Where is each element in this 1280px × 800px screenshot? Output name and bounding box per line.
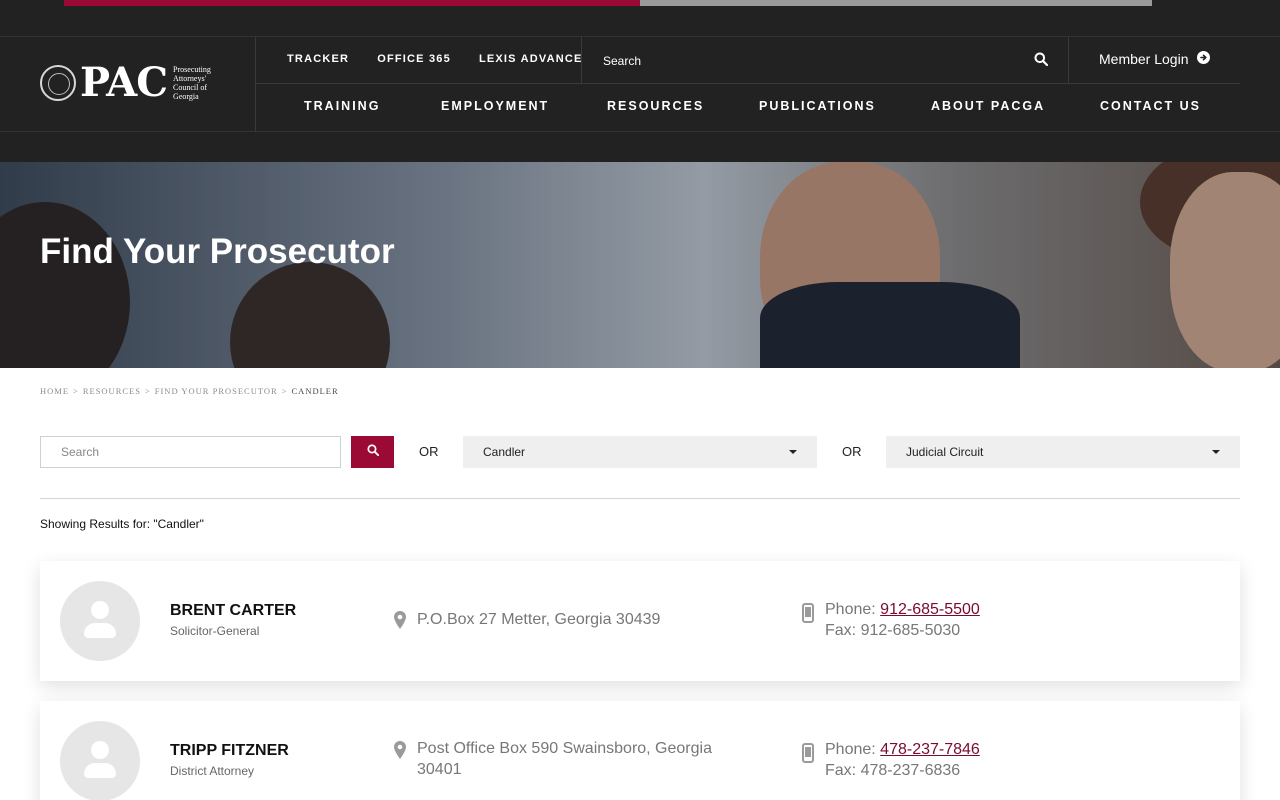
phone-link[interactable]: 912-685-5500 [880,601,980,618]
map-pin-icon [394,611,406,634]
search-icon[interactable] [1034,52,1049,71]
phone-label: Phone: [825,601,876,618]
top-progress-bar [64,0,1152,6]
nav-about-pacga[interactable]: ABOUT PACGA [931,99,1100,113]
phone-label: Phone: [825,741,876,758]
member-login-label: Member Login [1099,51,1189,67]
map-pin-icon [394,741,406,764]
prosecutor-search-input[interactable]: Search [40,436,341,468]
circuit-select-value: Judicial Circuit [906,445,984,459]
member-login-link[interactable]: Member Login [1099,51,1210,67]
site-header: PAC Prosecuting Attorneys' Council of Ge… [0,0,1280,162]
county-select[interactable]: Candler [463,436,817,468]
prosecutor-role: Solicitor-General [170,624,260,638]
prosecutor-card: BRENT CARTER Solicitor-General P.O.Box 2… [40,561,1240,681]
chevron-down-icon [789,450,797,454]
main-nav: TRAINING EMPLOYMENT RESOURCES PUBLICATIO… [304,99,1201,113]
circuit-select[interactable]: Judicial Circuit [886,436,1240,468]
avatar-icon [60,581,140,661]
utility-links: TRACKER OFFICE 365 LEXIS ADVANCE [287,53,583,65]
prosecutor-contact: Phone: 478-237-7846 Fax: 478-237-6836 [825,739,980,781]
util-link-office365[interactable]: OFFICE 365 [377,53,451,65]
top-progress-fill [64,0,640,6]
prosecutor-name: BRENT CARTER [170,602,297,619]
site-logo[interactable]: PAC Prosecuting Attorneys' Council of Ge… [40,63,229,103]
breadcrumb-resources[interactable]: RESOURCES [83,386,141,396]
breadcrumb-current: CANDLER [291,386,339,396]
header-search-input[interactable]: Search [603,54,641,68]
nav-training[interactable]: TRAINING [304,99,441,113]
breadcrumb-find-your-prosecutor[interactable]: FIND YOUR PROSECUTOR [155,386,278,396]
divider [40,498,1240,499]
util-link-tracker[interactable]: TRACKER [287,53,349,65]
header-bar: PAC Prosecuting Attorneys' Council of Ge… [0,36,1280,132]
hero-banner: Find Your Prosecutor [0,162,1280,368]
search-submit-button[interactable] [351,436,394,468]
georgia-seal-icon [40,65,76,101]
results-summary: Showing Results for: "Candler" [40,517,204,531]
nav-contact-us[interactable]: CONTACT US [1100,99,1201,113]
page-title: Find Your Prosecutor [40,232,395,271]
phone-icon [802,743,814,768]
header-search[interactable]: Search [581,37,1069,83]
util-link-lexis-advance[interactable]: LEXIS ADVANCE [479,53,583,65]
avatar-icon [60,721,140,800]
nav-publications[interactable]: PUBLICATIONS [759,99,931,113]
nav-employment[interactable]: EMPLOYMENT [441,99,607,113]
header-divider [255,37,256,132]
phone-icon [802,603,814,628]
logo-subtitle: Prosecuting Attorneys' Council of Georgi… [173,65,211,101]
arrow-circle-right-icon [1196,51,1210,67]
header-hline [256,83,1240,84]
logo-text: PAC [80,59,168,106]
prosecutor-address: P.O.Box 27 Metter, Georgia 30439 [417,611,661,628]
breadcrumb: HOME > RESOURCES > FIND YOUR PROSECUTOR … [40,386,339,396]
county-select-value: Candler [483,445,526,459]
or-label: OR [419,444,439,459]
fax-number: Fax: 912-685-5030 [825,622,961,639]
prosecutor-role: District Attorney [170,764,255,778]
prosecutor-name: TRIPP FITZNER [170,742,289,759]
fax-number: Fax: 478-237-6836 [825,762,961,779]
prosecutor-address: Post Office Box 590 Swainsboro, Georgia … [417,740,712,778]
breadcrumb-home[interactable]: HOME [40,386,69,396]
search-icon [366,443,379,461]
chevron-down-icon [1212,450,1220,454]
prosecutor-contact: Phone: 912-685-5500 Fax: 912-685-5030 [825,599,980,641]
nav-resources[interactable]: RESOURCES [607,99,759,113]
phone-link[interactable]: 478-237-7846 [880,741,980,758]
prosecutor-card: TRIPP FITZNER District Attorney Post Off… [40,701,1240,800]
or-label: OR [842,444,862,459]
